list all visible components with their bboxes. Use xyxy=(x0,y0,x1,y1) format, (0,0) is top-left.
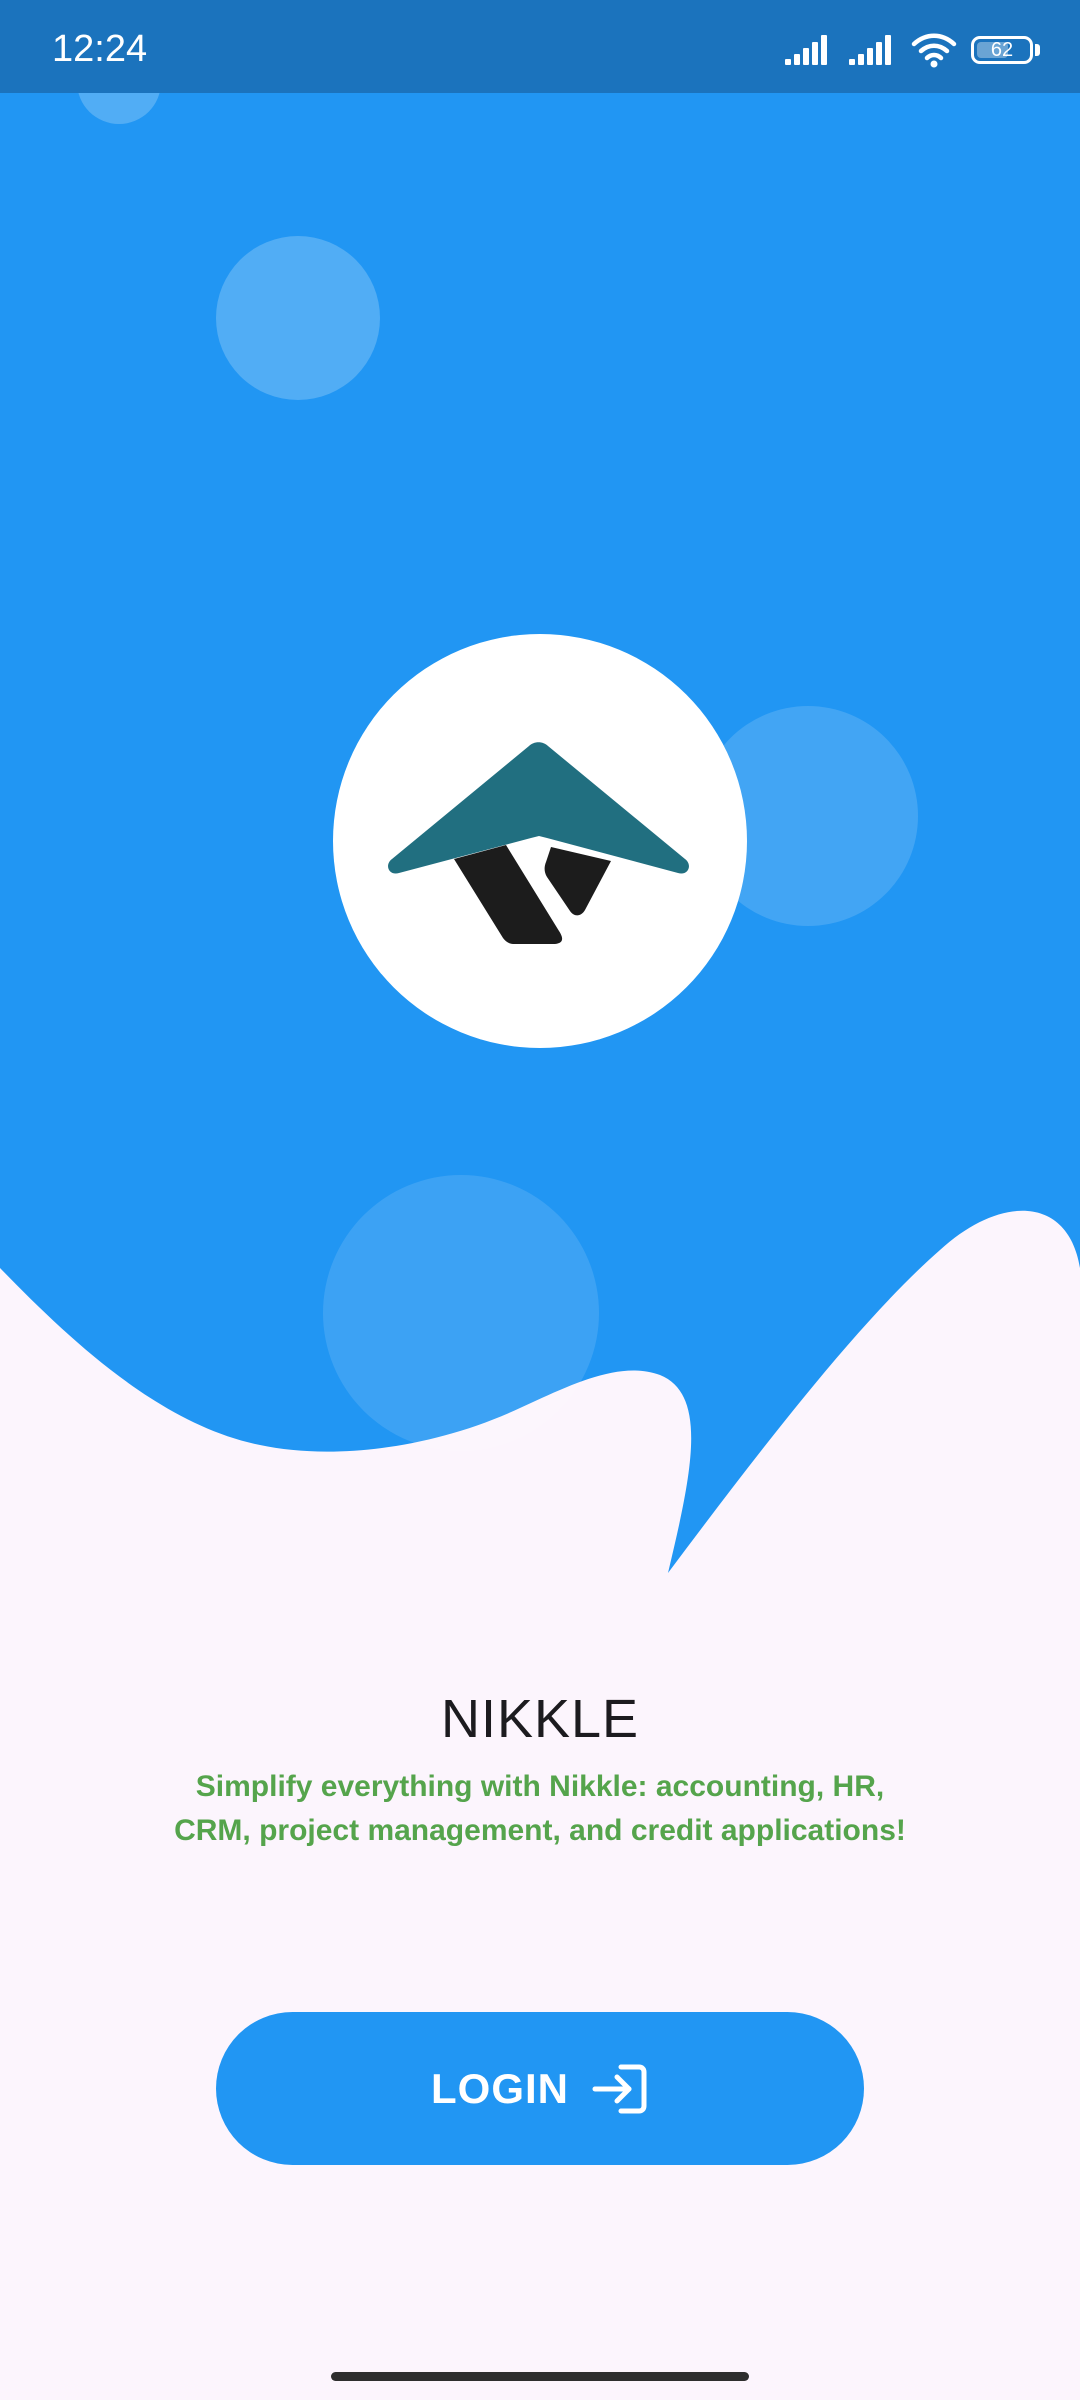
decorative-bubble xyxy=(323,1175,599,1451)
logo-right-leg xyxy=(544,847,611,916)
status-icons: 62 xyxy=(783,30,1040,70)
login-button[interactable]: LOGIN xyxy=(216,2012,864,2165)
logo-roof xyxy=(388,742,689,874)
signal-icon xyxy=(785,35,827,65)
login-arrow-icon xyxy=(592,2064,647,2113)
app-title: NIKKLE xyxy=(440,1689,640,1749)
app-logo xyxy=(333,634,747,1048)
app-tagline: Simplify everything with Nikkle: account… xyxy=(174,1770,906,1847)
battery-level: 62 xyxy=(990,38,1014,61)
signal-icon xyxy=(849,35,891,65)
logo-left-leg xyxy=(454,845,563,944)
battery-body: 62 xyxy=(971,36,1033,64)
gesture-nav-handle[interactable] xyxy=(331,2372,749,2381)
login-label: LOGIN xyxy=(431,2064,569,2112)
decorative-bubble xyxy=(216,236,380,400)
house-logo-icon xyxy=(388,742,689,944)
battery-tip xyxy=(1035,44,1040,56)
battery-icon: 62 xyxy=(971,36,1040,64)
wifi-icon xyxy=(911,33,957,68)
status-time: 12:24 xyxy=(52,28,148,70)
status-bar: 12:24 62 xyxy=(0,0,1080,93)
